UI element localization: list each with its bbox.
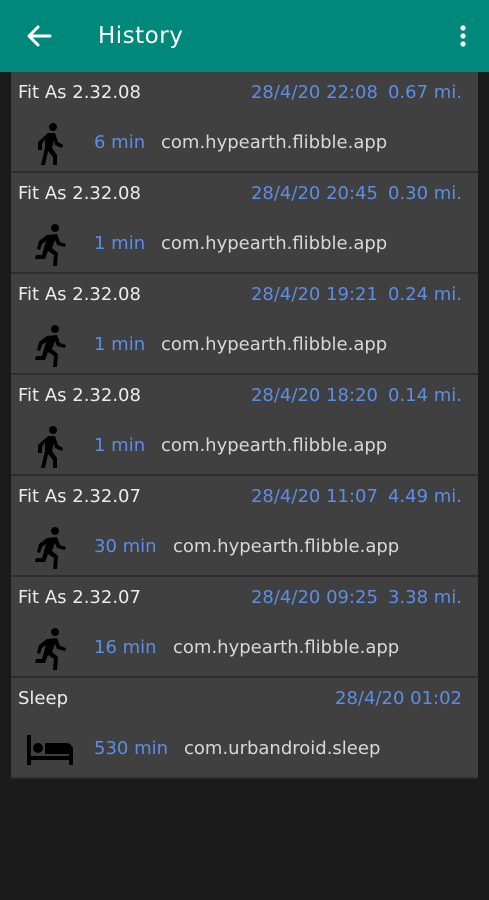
run-icon xyxy=(26,526,74,570)
entry-package: com.hypearth.flibble.app xyxy=(161,233,388,254)
arrow-back-icon xyxy=(27,25,52,47)
entry-distance: 0.30 mi. xyxy=(387,183,462,204)
entry-distance: 3.38 mi. xyxy=(387,587,462,608)
entry-distance: 0.24 mi. xyxy=(387,284,462,305)
entry-distance: 0.14 mi. xyxy=(387,385,462,406)
entry-source-name: Fit As 2.32.08 xyxy=(18,284,141,305)
entry-meta: 28/4/20 22:08 0.67 mi. xyxy=(251,82,462,103)
entry-meta: 28/4/20 20:45 0.30 mi. xyxy=(251,183,462,204)
entry-meta: 28/4/20 09:25 3.38 mi. xyxy=(251,587,462,608)
more-vert-icon xyxy=(460,25,466,47)
entry-source-name: Fit As 2.32.08 xyxy=(18,82,141,103)
entry-datetime: 28/4/20 11:07 xyxy=(250,486,378,507)
overflow-menu-button[interactable] xyxy=(453,18,473,54)
entry-package: com.hypearth.flibble.app xyxy=(173,536,400,557)
entry-source-name: Fit As 2.32.08 xyxy=(18,183,141,204)
history-entry[interactable]: Sleep 28/4/20 01:02 530 min com.urbandro… xyxy=(11,678,478,779)
entry-source-name: Fit As 2.32.08 xyxy=(18,385,141,406)
history-entry[interactable]: Fit As 2.32.08 28/4/20 19:21 0.24 mi. 1 m… xyxy=(11,274,478,375)
entry-duration: 16 min xyxy=(94,637,157,658)
entry-source-name: Fit As 2.32.07 xyxy=(18,587,141,608)
entry-package: com.hypearth.flibble.app xyxy=(161,132,388,153)
entry-package: com.hypearth.flibble.app xyxy=(161,334,388,355)
history-list[interactable]: Fit As 2.32.08 28/4/20 22:08 0.67 mi. 6 m… xyxy=(11,72,478,779)
entry-datetime: 28/4/20 20:45 xyxy=(250,183,378,204)
entry-package: com.urbandroid.sleep xyxy=(184,738,381,759)
entry-package: com.hypearth.flibble.app xyxy=(173,637,400,658)
entry-duration: 1 min xyxy=(94,435,146,456)
entry-meta: 28/4/20 11:07 4.49 mi. xyxy=(251,486,462,507)
history-entry[interactable]: Fit As 2.32.07 28/4/20 11:07 4.49 mi. 30 … xyxy=(11,476,478,577)
entry-duration: 30 min xyxy=(94,536,157,557)
history-entry[interactable]: Fit As 2.32.07 28/4/20 09:25 3.38 mi. 16 … xyxy=(11,577,478,678)
history-entry[interactable]: Fit As 2.32.08 28/4/20 20:45 0.30 mi. 1 m… xyxy=(11,173,478,274)
entry-distance: 0.67 mi. xyxy=(387,82,462,103)
run-icon xyxy=(26,223,74,267)
entry-duration: 6 min xyxy=(94,132,146,153)
entry-meta: 28/4/20 19:21 0.24 mi. xyxy=(251,284,462,305)
entry-package: com.hypearth.flibble.app xyxy=(161,435,388,456)
entry-datetime: 28/4/20 18:20 xyxy=(250,385,378,406)
entry-duration: 1 min xyxy=(94,334,146,355)
entry-distance: 4.49 mi. xyxy=(387,486,462,507)
page-title: History xyxy=(98,23,184,49)
entry-datetime: 28/4/20 01:02 xyxy=(335,688,462,709)
entry-source-name: Fit As 2.32.07 xyxy=(18,486,141,507)
entry-datetime: 28/4/20 22:08 xyxy=(250,82,378,103)
entry-meta: 28/4/20 01:02 xyxy=(335,688,462,709)
entry-meta: 28/4/20 18:20 0.14 mi. xyxy=(251,385,462,406)
app-bar: History xyxy=(0,0,489,72)
entry-duration: 530 min xyxy=(94,738,169,759)
entry-duration: 1 min xyxy=(94,233,146,254)
run-icon xyxy=(26,627,74,671)
walk-icon xyxy=(26,122,74,166)
run-icon xyxy=(26,324,74,368)
entry-datetime: 28/4/20 19:21 xyxy=(250,284,378,305)
bed-icon xyxy=(26,728,74,772)
history-entry[interactable]: Fit As 2.32.08 28/4/20 22:08 0.67 mi. 6 m… xyxy=(11,72,478,173)
history-entry[interactable]: Fit As 2.32.08 28/4/20 18:20 0.14 mi. 1 m… xyxy=(11,375,478,476)
entry-source-name: Sleep xyxy=(18,688,69,709)
back-button[interactable] xyxy=(22,20,56,52)
entry-datetime: 28/4/20 09:25 xyxy=(250,587,378,608)
walk-icon xyxy=(26,425,74,469)
